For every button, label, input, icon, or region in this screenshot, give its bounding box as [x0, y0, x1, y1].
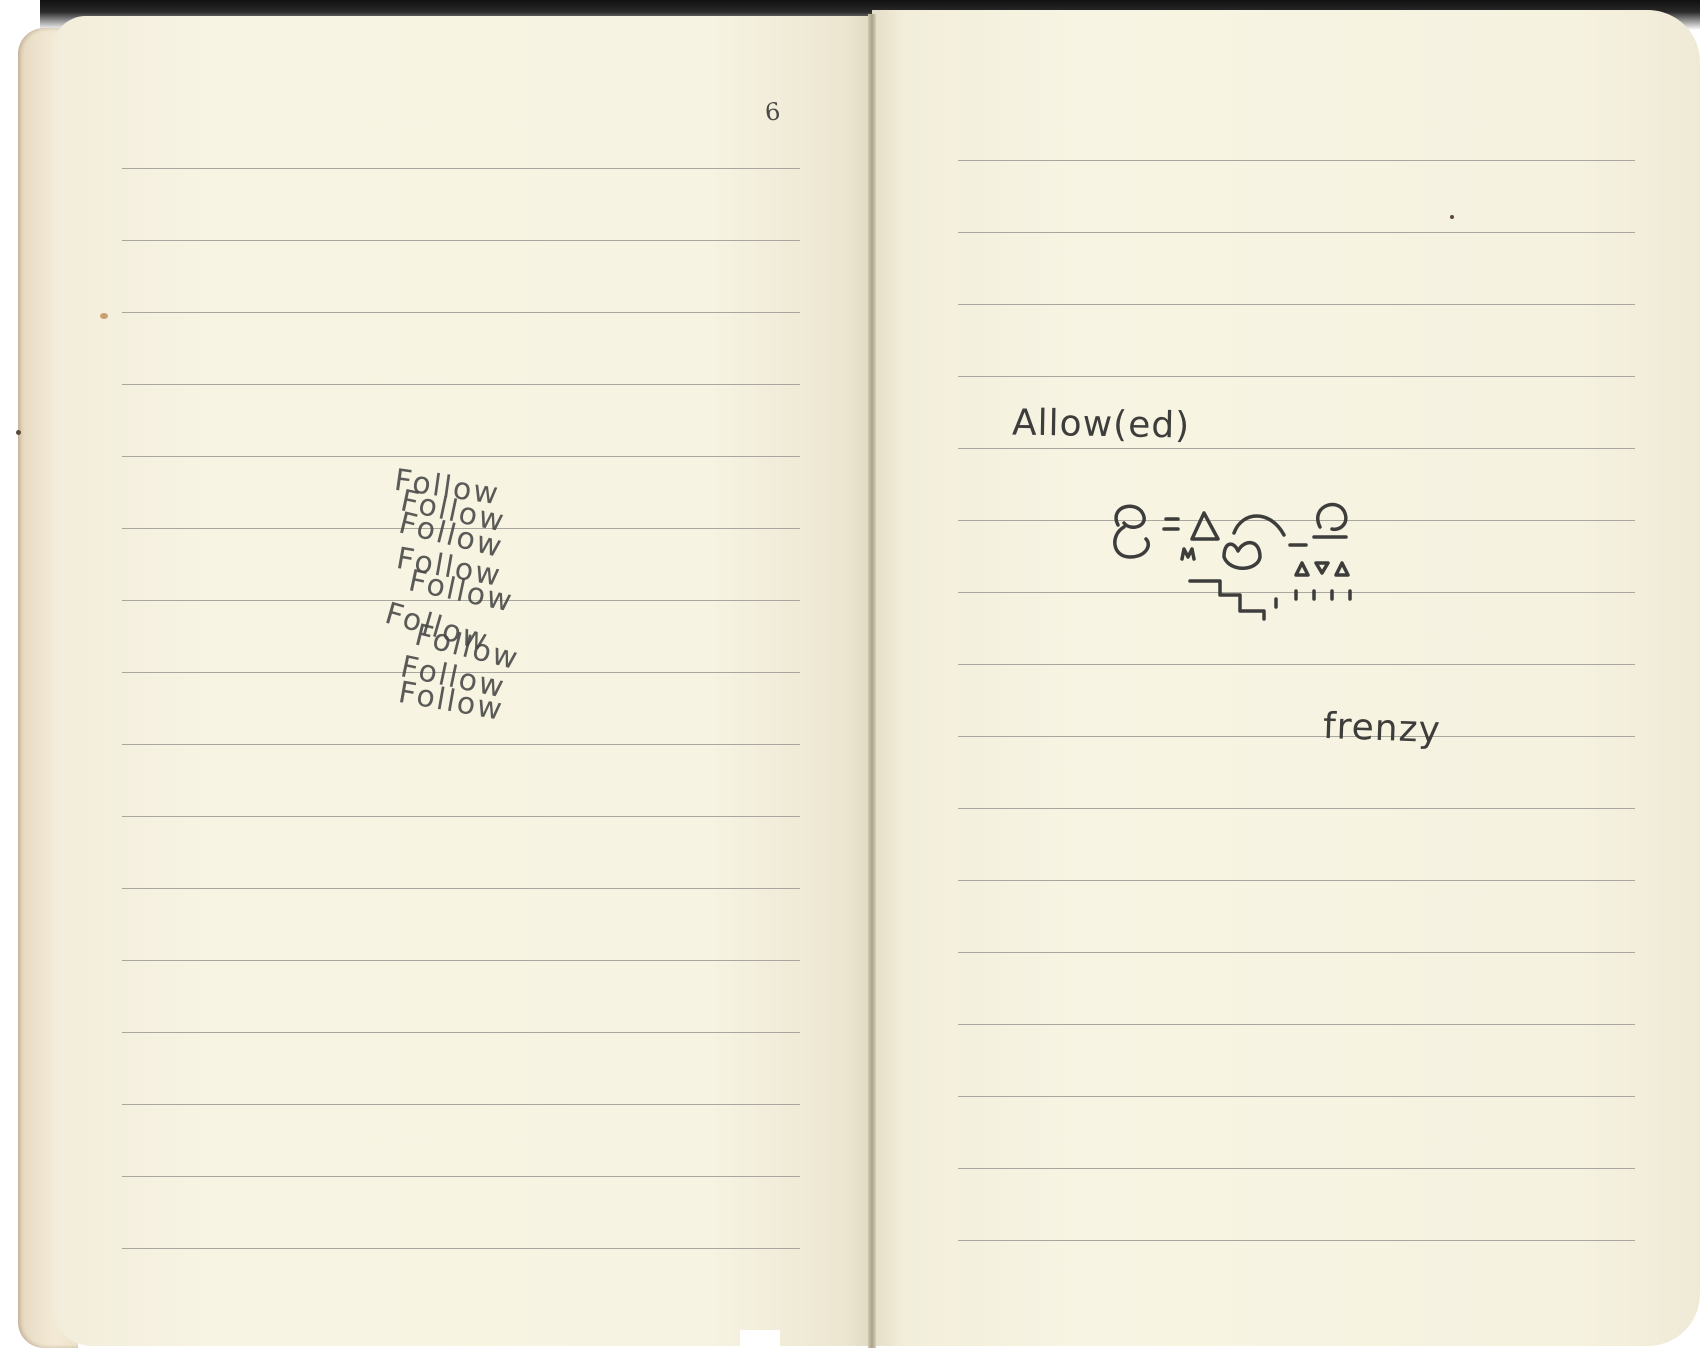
rule-line	[122, 1032, 800, 1033]
rule-line	[958, 736, 1635, 737]
basket-glyph	[1222, 541, 1262, 570]
rule-line	[122, 816, 800, 817]
rule-line	[122, 240, 800, 241]
rule-line	[958, 808, 1635, 809]
rule-line	[958, 160, 1635, 161]
page-gutter	[868, 14, 876, 1348]
rule-line	[122, 1248, 800, 1249]
tick-marks-glyph	[1274, 589, 1352, 609]
rule-line	[958, 232, 1635, 233]
rule-line	[122, 1176, 800, 1177]
paper-speck	[100, 313, 108, 319]
equals-glyph	[1162, 517, 1180, 531]
steps-glyph	[1188, 579, 1266, 621]
rule-line	[958, 1240, 1635, 1241]
rule-line	[122, 888, 800, 889]
rule-line	[122, 384, 800, 385]
rule-line	[122, 960, 800, 961]
allowed-heading: Allow(ed)	[1011, 402, 1191, 447]
rule-line	[958, 304, 1635, 305]
rule-line	[122, 1104, 800, 1105]
paper-speck	[16, 430, 21, 435]
circle-glyph	[1316, 502, 1348, 532]
rule-line	[958, 1168, 1635, 1169]
follow-word-stack: Follow Follow Follow Follow Follow Follow Foll…	[380, 463, 620, 770]
right-page	[872, 10, 1700, 1346]
rule-line	[958, 664, 1635, 665]
paper-speck	[1450, 215, 1454, 219]
rule-line	[122, 168, 800, 169]
rule-line	[958, 448, 1635, 449]
triangle-glyph	[1190, 511, 1220, 541]
spiral-glyph	[1113, 504, 1151, 559]
small-m-glyph	[1180, 547, 1196, 561]
notebook-photo: 6 Follow Follow Follow Follow Follow Follow Fo…	[0, 0, 1700, 1363]
hieroglyph-sketch	[1113, 502, 1352, 621]
arch-glyph	[1232, 514, 1286, 537]
rule-line	[958, 376, 1635, 377]
frenzy-caption: frenzy	[1322, 705, 1442, 752]
triangles-row-glyph	[1294, 561, 1350, 577]
page-number: 6	[763, 97, 782, 127]
page-tear	[740, 1330, 780, 1350]
rule-line	[958, 1024, 1635, 1025]
rule-line	[122, 312, 800, 313]
rule-line	[958, 952, 1635, 953]
rule-line	[122, 456, 800, 457]
rule-line	[958, 880, 1635, 881]
rule-line	[958, 1096, 1635, 1097]
